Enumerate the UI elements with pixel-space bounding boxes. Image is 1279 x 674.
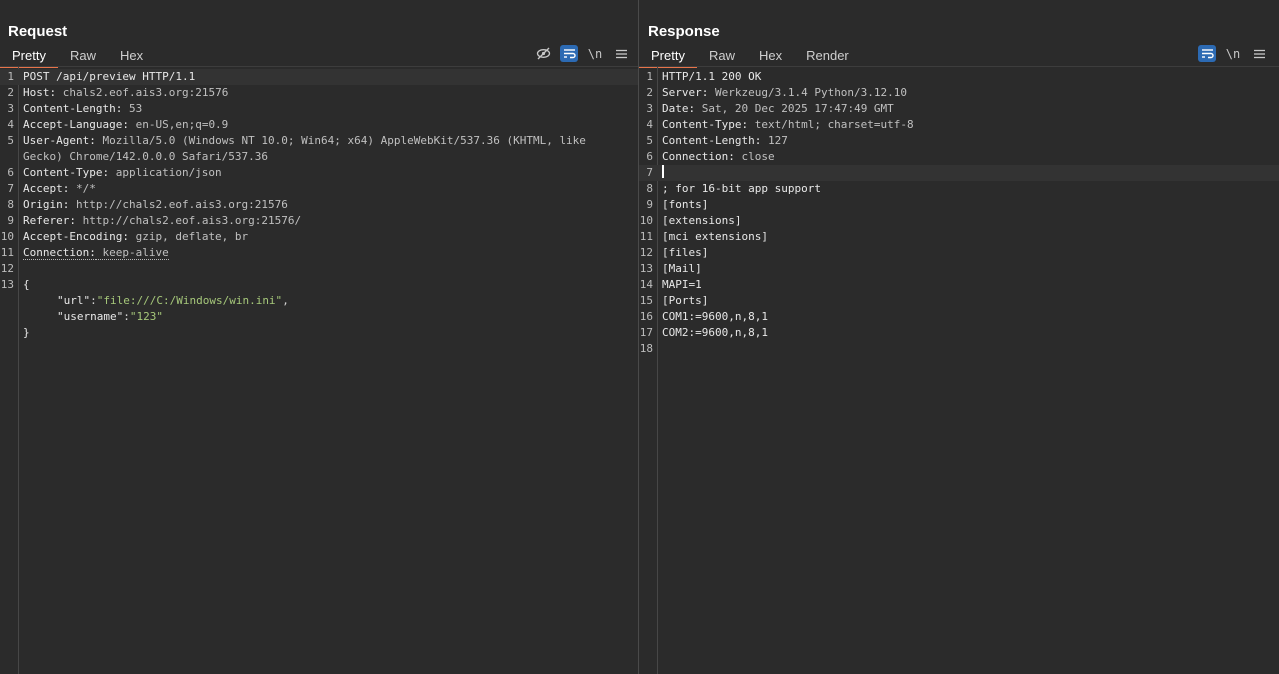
code-line: 6 Content-Type: application/json (7, 166, 222, 179)
hamburger-menu-icon[interactable] (612, 45, 630, 62)
response-tabs: Pretty Raw Hex Render (639, 44, 861, 68)
text-cursor (662, 165, 664, 178)
code-line: 7 (639, 165, 1279, 181)
code-line: 2 Server: Werkzeug/3.1.4 Python/3.12.10 (646, 86, 908, 99)
response-pane: Response Pretty Raw Hex Render \n 1 HTTP/… (639, 0, 1279, 674)
tab-render[interactable]: Render (794, 44, 861, 66)
tab-pretty[interactable]: Pretty (639, 44, 697, 68)
code-line: 6 Connection: close (646, 150, 775, 163)
request-title: Request (8, 23, 68, 40)
code-line: 15 [Ports] (639, 294, 709, 307)
code-line: 10 Accept-Encoding: gzip, deflate, br (0, 230, 249, 243)
tab-pretty[interactable]: Pretty (0, 44, 58, 68)
code-line: 11 Connection: keep-alive (0, 246, 169, 260)
code-line: 3 Content-Length: 53 (7, 102, 143, 115)
code-line: 8 Origin: http://chals2.eof.ais3.org:2157… (7, 198, 288, 211)
hamburger-menu-icon[interactable] (1250, 45, 1268, 62)
word-wrap-icon[interactable] (560, 45, 578, 62)
code-line: 1 POST /api/preview HTTP/1.1 (0, 69, 638, 85)
code-line: 4 Accept-Language: en-US,en;q=0.9 (7, 118, 229, 131)
code-line: 11 [mci extensions] (639, 230, 768, 243)
code-line: 3 Date: Sat, 20 Dec 2025 17:47:49 GMT (646, 102, 894, 115)
word-wrap-icon[interactable] (1198, 45, 1216, 62)
code-line: 4 Content-Type: text/html; charset=utf-8 (646, 118, 914, 131)
code-line: 8; for 16-bit app support (646, 182, 821, 195)
newline-toggle[interactable]: \n (586, 45, 604, 62)
code-line: 9 Referer: http://chals2.eof.ais3.org:215… (7, 214, 302, 227)
tab-raw[interactable]: Raw (58, 44, 108, 66)
code-line: 9 [fonts] (646, 198, 709, 211)
code-line: 13 [Mail] (639, 262, 702, 275)
tab-hex[interactable]: Hex (747, 44, 794, 66)
code-line: 10 [extensions] (639, 214, 742, 227)
response-toolbar: \n (1198, 45, 1268, 62)
code-line: 18 (639, 342, 653, 355)
code-line: 5 User-Agent: Mozilla/5.0 (Windows NT 10.… (7, 134, 593, 163)
code-line: 2 Host: chals2.eof.ais3.org:21576 (7, 86, 229, 99)
request-toolbar: \n (534, 45, 630, 62)
json-body-line: "url":"file:///C:/Windows/win.ini", (57, 294, 289, 307)
response-editor[interactable]: 1 HTTP/1.1 200 OK 2 Server: Werkzeug/3.1.4… (639, 67, 1279, 674)
eye-slash-icon[interactable] (534, 45, 552, 62)
json-body-line: } (23, 326, 30, 339)
code-line: 12 [files] (639, 246, 709, 259)
code-line: 1 HTTP/1.1 200 OK (646, 70, 762, 83)
tab-raw[interactable]: Raw (697, 44, 747, 66)
request-pane: Request Pretty Raw Hex \n 1 POST /api/pre… (0, 0, 639, 674)
request-tabs: Pretty Raw Hex (0, 44, 155, 68)
code-line: 7 Accept: */* (7, 182, 96, 195)
request-editor[interactable]: 1 POST /api/preview HTTP/1.1 2 Host: chals… (0, 67, 638, 674)
tab-hex[interactable]: Hex (108, 44, 155, 66)
json-body-line: "username":"123" (57, 310, 163, 323)
code-line: 5 Content-Length: 127 (646, 134, 788, 147)
response-title: Response (648, 23, 720, 40)
code-line: 14 MAPI=1 (639, 278, 702, 291)
code-line: 12 (0, 262, 14, 275)
newline-toggle[interactable]: \n (1224, 45, 1242, 62)
code-line: 16 COM1:=9600,n,8,1 (639, 310, 768, 323)
code-line: 17 COM2:=9600,n,8,1 (639, 326, 768, 339)
code-line: 13{ (0, 278, 30, 291)
